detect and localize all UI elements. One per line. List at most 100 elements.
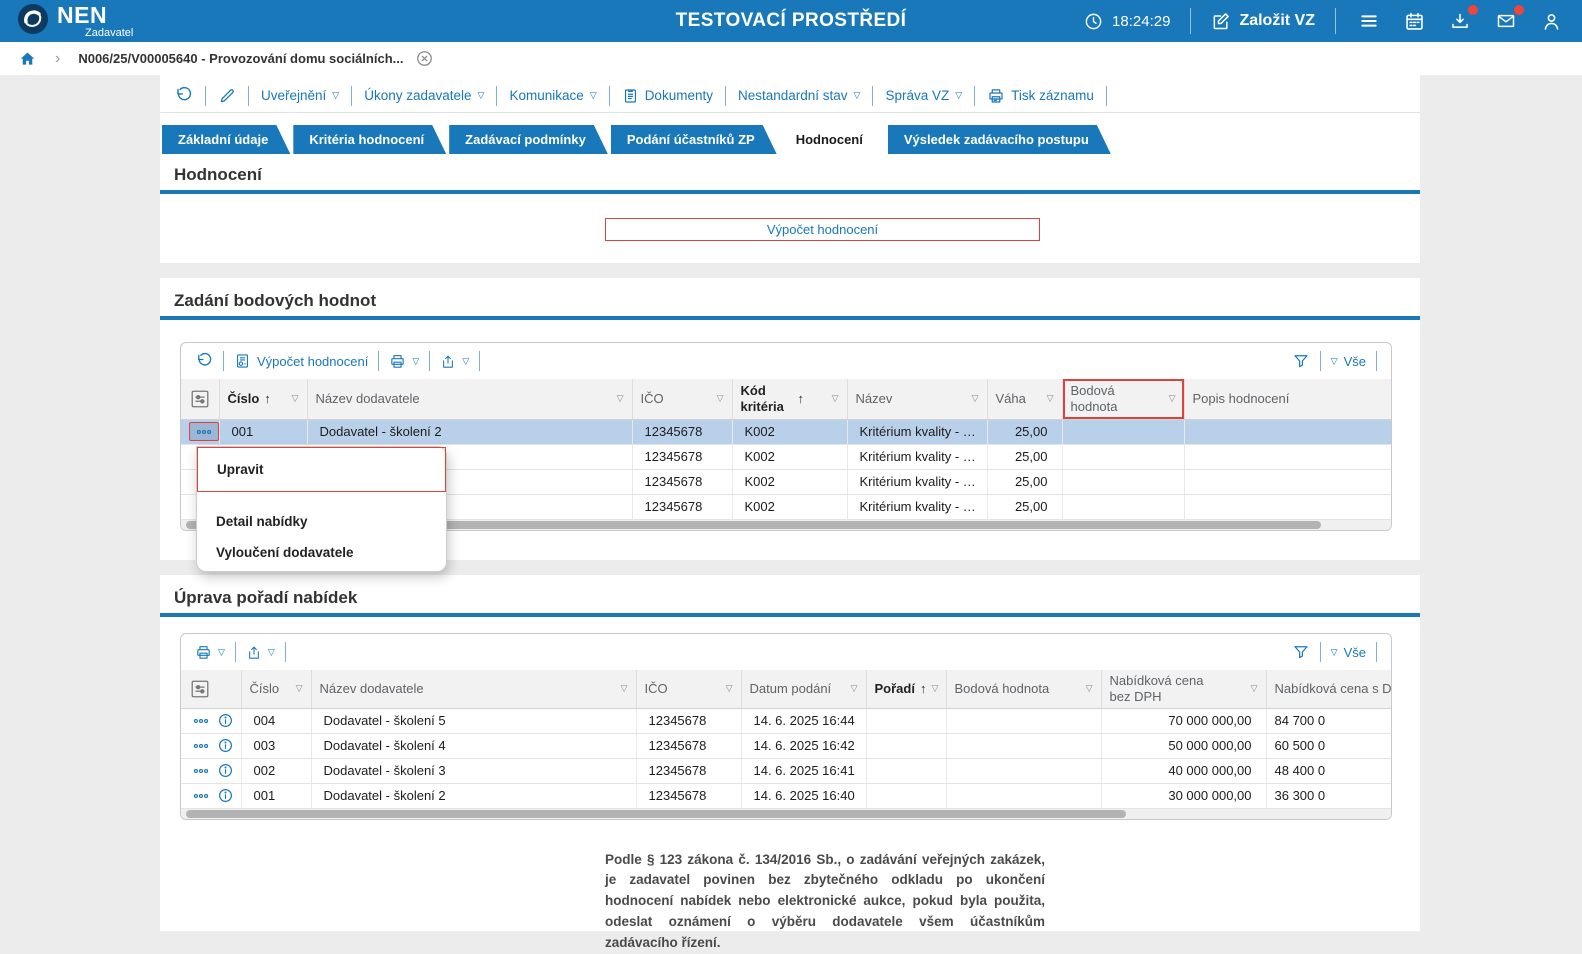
- grid-poradi-nabidek: ▽ ▽ ▽: [180, 633, 1392, 820]
- header-cislo[interactable]: Číslo ▽: [241, 670, 311, 708]
- row-menu-button[interactable]: [189, 422, 219, 441]
- scrollbar-thumb[interactable]: [186, 810, 1126, 818]
- header-nazev-dodavatele[interactable]: Název dodavatele ▽: [307, 379, 632, 419]
- header-kod-kriteria[interactable]: Kód kritéria ↑ ▽: [732, 379, 847, 419]
- table-row[interactable]: 001 Dodavatel - školení 2 12345678 14. 6…: [181, 783, 1391, 808]
- menu-komunikace[interactable]: Komunikace ▽: [509, 88, 596, 103]
- info-icon[interactable]: [217, 712, 234, 729]
- refresh-icon[interactable]: [195, 352, 213, 370]
- cell-popis[interactable]: [1184, 444, 1391, 469]
- print-button[interactable]: ▽: [195, 644, 225, 661]
- close-tab-icon[interactable]: [415, 49, 434, 68]
- create-vz-button[interactable]: Založit VZ: [1211, 11, 1315, 31]
- header-poradi[interactable]: Pořadí ↑ ▽: [866, 670, 946, 708]
- header-cislo-label: Číslo: [228, 391, 260, 407]
- info-icon[interactable]: [217, 737, 234, 754]
- grid-vypocet-button[interactable]: Výpočet hodnocení: [234, 352, 368, 370]
- menu-uverejneni[interactable]: Uveřejnění ▽: [261, 88, 339, 103]
- app-logo[interactable]: NEN Zadavatel: [18, 4, 133, 39]
- menu-item-upravit[interactable]: Upravit: [197, 447, 446, 492]
- calendar-button[interactable]: [1402, 9, 1427, 34]
- header-cislo[interactable]: Číslo ↑ ▽: [219, 379, 307, 419]
- tab-zakladni-udaje[interactable]: Základní údaje: [162, 125, 290, 154]
- cell-datum: 14. 6. 2025 16:44: [741, 708, 866, 733]
- cell-vaha: 25,00: [987, 469, 1062, 494]
- table-row[interactable]: 001 Dodavatel - školení 2 12345678 K002 …: [181, 419, 1391, 444]
- breadcrumb-item[interactable]: N006/25/V00005640 - Provozování domu soc…: [78, 51, 403, 66]
- menu-item-detail-nabidky[interactable]: Detail nabídky: [197, 506, 446, 537]
- cell-poradi[interactable]: [866, 708, 946, 733]
- row-menu-button[interactable]: [193, 793, 209, 799]
- downloads-button[interactable]: [1447, 9, 1473, 34]
- print-button[interactable]: ▽: [389, 353, 419, 370]
- tab-zadavaci-podminky[interactable]: Zadávací podmínky: [449, 125, 608, 154]
- row-menu-button[interactable]: [193, 718, 209, 724]
- table-row[interactable]: 003 Dodavatel - školení 4 12345678 14. 6…: [181, 733, 1391, 758]
- cell-poradi[interactable]: [866, 733, 946, 758]
- export-button[interactable]: ▽: [440, 353, 469, 370]
- tab-podani-ucastniku[interactable]: Podání účastníků ZP: [611, 125, 777, 154]
- header-popis-hodnoceni[interactable]: Popis hodnocení: [1184, 379, 1391, 419]
- cell-bodova[interactable]: [1062, 419, 1184, 444]
- divider: [429, 351, 430, 371]
- header-nazev-dodavatele[interactable]: Název dodavatele ▽: [311, 670, 636, 708]
- header-bodova-hodnota[interactable]: Bodová hodnota ▽: [1062, 379, 1184, 419]
- filter-all-selector[interactable]: ▽ Vše: [1331, 645, 1366, 660]
- column-settings-button[interactable]: [181, 670, 241, 708]
- cell-bodova[interactable]: [1062, 494, 1184, 519]
- cell-popis[interactable]: [1184, 469, 1391, 494]
- header-cena-bez-dph[interactable]: Nabídková cena bez DPH ▽: [1101, 670, 1266, 708]
- cell-popis[interactable]: [1184, 494, 1391, 519]
- row-menu-button[interactable]: [193, 743, 209, 749]
- cell-bodova[interactable]: [1062, 469, 1184, 494]
- brand-name: NEN: [57, 4, 133, 27]
- menu-tisk-zaznamu[interactable]: Tisk záznamu: [987, 87, 1094, 105]
- filter-all-selector[interactable]: ▽ Vše: [1331, 354, 1366, 369]
- header-vaha[interactable]: Váha ▽: [987, 379, 1062, 419]
- column-settings-button[interactable]: [181, 379, 219, 419]
- cell-cena-s-dph: 48 400 0: [1266, 758, 1391, 783]
- header-ico[interactable]: IČO ▽: [636, 670, 741, 708]
- cell-poradi[interactable]: [866, 758, 946, 783]
- menu-sprava-vz[interactable]: Správa VZ ▽: [885, 88, 962, 103]
- home-icon[interactable]: [18, 50, 37, 68]
- info-icon[interactable]: [217, 787, 234, 804]
- filter-icon[interactable]: [1292, 643, 1310, 661]
- row-menu-button[interactable]: [193, 768, 209, 774]
- cell-popis[interactable]: [1184, 419, 1391, 444]
- profile-button[interactable]: [1539, 9, 1564, 34]
- tab-hodnoceni[interactable]: Hodnocení: [780, 125, 885, 154]
- tab-vysledek[interactable]: Výsledek zadávacího postupu: [888, 125, 1111, 154]
- vypocet-hodnoceni-button[interactable]: Výpočet hodnocení: [605, 218, 1040, 241]
- info-icon[interactable]: [217, 762, 234, 779]
- cell-bodova[interactable]: [1062, 444, 1184, 469]
- table-row[interactable]: 004 Dodavatel - školení 5 12345678 14. 6…: [181, 708, 1391, 733]
- calculate-icon: [234, 352, 251, 370]
- header-datum-podani[interactable]: Datum podání ▽: [741, 670, 866, 708]
- edit-icon[interactable]: [218, 87, 236, 105]
- header-bodova-hodnota[interactable]: Bodová hodnota ▽: [946, 670, 1101, 708]
- export-button[interactable]: ▽: [246, 644, 275, 661]
- menu-dokumenty-label: Dokumenty: [645, 88, 713, 103]
- menu-nestandardni-stav[interactable]: Nestandardní stav ▽: [738, 88, 860, 103]
- cell-kod: K002: [732, 469, 847, 494]
- refresh-icon[interactable]: [174, 86, 193, 105]
- header-cena-bez-label: Nabídková cena bez DPH: [1110, 673, 1220, 704]
- menu-dokumenty[interactable]: Dokumenty: [622, 87, 713, 105]
- menu-item-vylouceni-dodavatele[interactable]: Vyloučení dodavatele: [197, 537, 446, 568]
- cell-poradi[interactable]: [866, 783, 946, 808]
- header-cena-s-dph[interactable]: Nabídková cena s DPH: [1266, 670, 1391, 708]
- header-ico[interactable]: IČO ▽: [632, 379, 732, 419]
- filter-icon[interactable]: [1292, 352, 1310, 370]
- header-nazev-label: Název: [856, 391, 893, 407]
- menu-ukony-zadavatele[interactable]: Úkony zadavatele ▽: [364, 88, 484, 103]
- messages-button[interactable]: [1493, 9, 1519, 33]
- section-title-uprava: Úprava pořadí nabídek: [160, 587, 1420, 609]
- table-row[interactable]: 002 Dodavatel - školení 3 12345678 14. 6…: [181, 758, 1391, 783]
- menu-button[interactable]: [1356, 9, 1382, 33]
- tab-kriteria-hodnoceni[interactable]: Kritéria hodnocení: [293, 125, 446, 154]
- nen-logo-icon: [18, 4, 48, 34]
- divider: [285, 642, 286, 662]
- header-nazev[interactable]: Název ▽: [847, 379, 987, 419]
- cell-ico: 12345678: [632, 494, 732, 519]
